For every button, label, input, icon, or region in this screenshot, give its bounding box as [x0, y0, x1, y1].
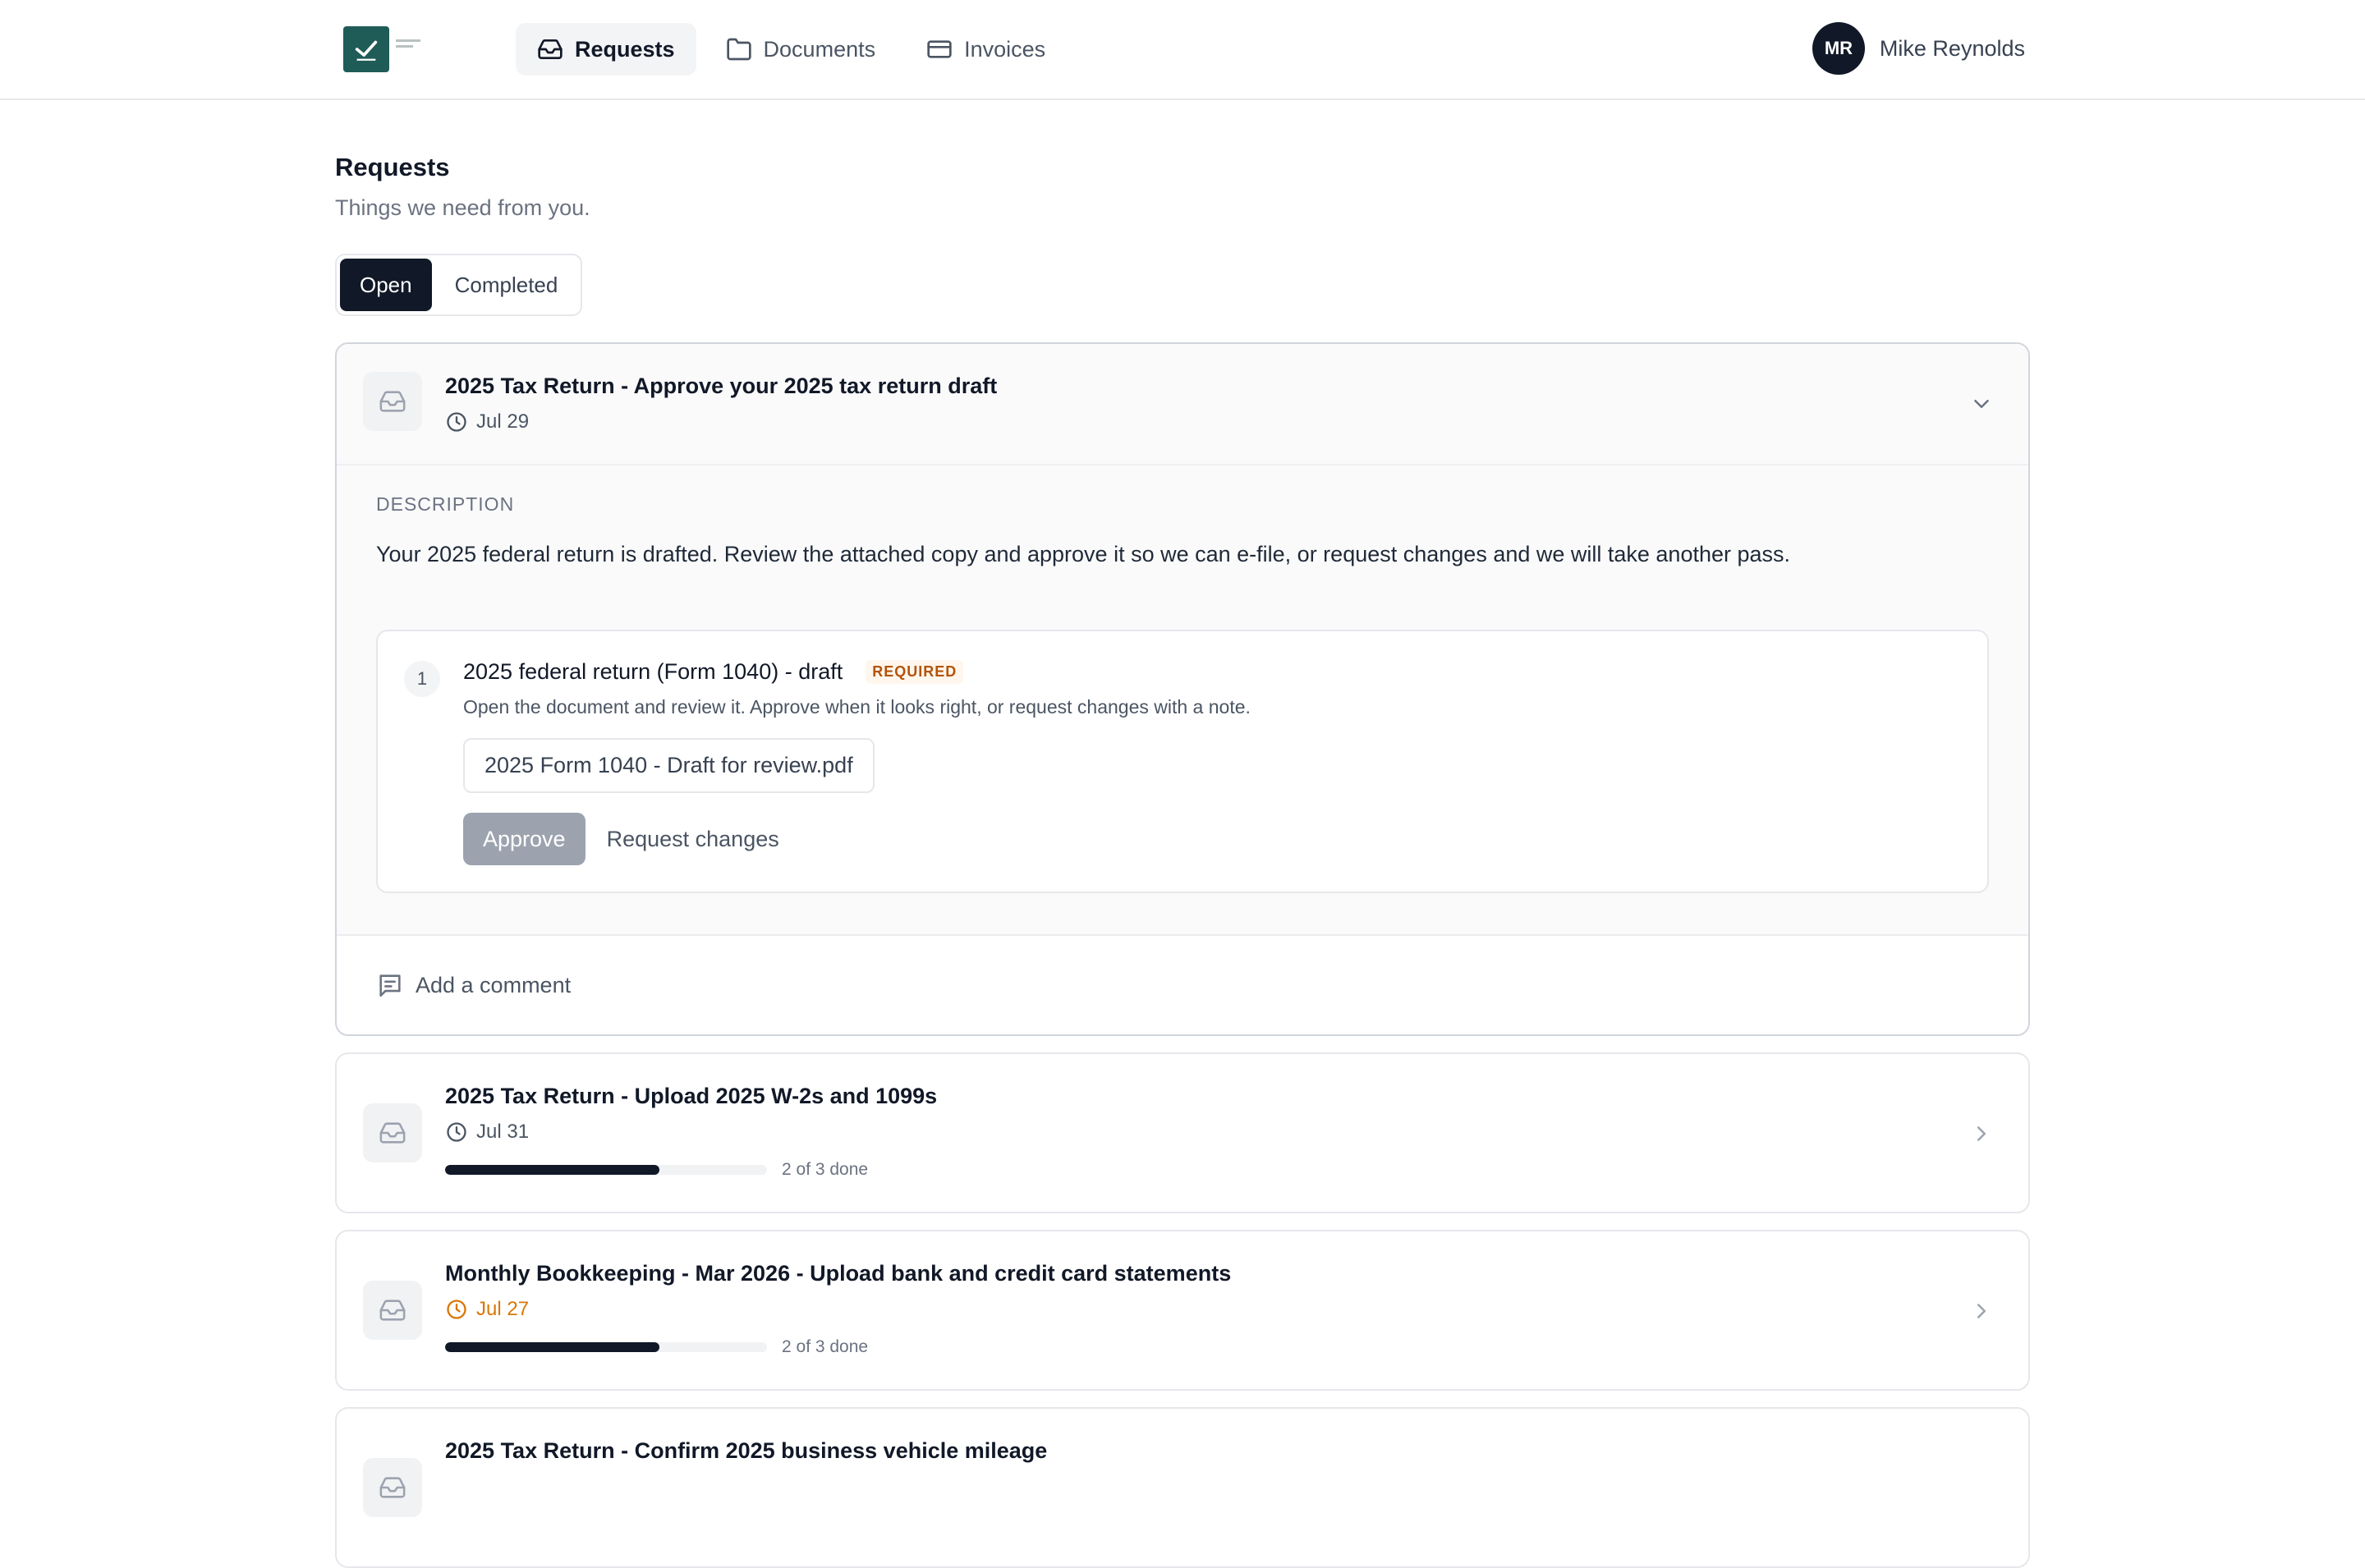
- request-card-header[interactable]: 2025 Tax Return - Approve your 2025 tax …: [337, 344, 2028, 464]
- request-title: 2025 Tax Return - Upload 2025 W-2s and 1…: [445, 1084, 938, 1108]
- item-instructions: Open the document and review it. Approve…: [463, 696, 1251, 718]
- progress-label: 2 of 3 done: [782, 1160, 869, 1179]
- progress-label: 2 of 3 done: [782, 1337, 869, 1356]
- inbox-icon: [379, 1300, 406, 1321]
- request-item: 1 2025 federal return (Form 1040) - draf…: [376, 630, 1989, 893]
- progress-row: 2 of 3 done: [445, 1337, 2028, 1357]
- inbox-icon: [379, 391, 406, 412]
- chevron-right-icon[interactable]: [1969, 1121, 1994, 1146]
- nav-item-documents[interactable]: Documents: [705, 23, 898, 76]
- item-title-row: 2025 federal return (Form 1040) - draft …: [463, 659, 1987, 685]
- request-due-date: Jul 31: [445, 1121, 2028, 1144]
- nav-item-label: Requests: [575, 36, 675, 62]
- description-label: Description: [376, 493, 515, 515]
- comment-placeholder: Add a comment: [416, 972, 572, 997]
- status-tabs: Open Completed: [335, 254, 583, 316]
- clock-icon: [447, 1300, 466, 1319]
- item-actions: Approve Request changes: [463, 813, 1987, 865]
- request-type-icon: [363, 1103, 422, 1162]
- request-changes-button[interactable]: Request changes: [607, 827, 779, 852]
- credit-card-icon: [927, 40, 952, 58]
- brand-logo-wordmark: [396, 39, 420, 56]
- top-navigation-bar: Requests Documents Invoices MR Mike Reyn…: [0, 0, 2365, 100]
- page-title: Requests: [335, 153, 450, 181]
- page-subtitle: Things we need from you.: [335, 195, 590, 220]
- description-text: Your 2025 federal return is drafted. Rev…: [376, 542, 1791, 566]
- request-card-header[interactable]: Monthly Bookkeeping - Mar 2026 - Upload …: [337, 1231, 2028, 1389]
- item-title: 2025 federal return (Form 1040) - draft: [463, 659, 843, 684]
- progress-fill: [445, 1342, 660, 1352]
- request-type-icon: [363, 372, 422, 431]
- due-date-text: Jul 31: [476, 1121, 530, 1143]
- clock-icon: [447, 1122, 466, 1142]
- clock-icon: [447, 412, 466, 432]
- required-badge: REQUIRED: [866, 660, 964, 684]
- inbox-icon: [379, 1122, 406, 1144]
- nav-item-requests[interactable]: Requests: [516, 23, 696, 76]
- progress-fill: [445, 1165, 660, 1175]
- request-type-icon: [363, 1458, 422, 1517]
- request-title: 2025 Tax Return - Approve your 2025 tax …: [445, 374, 998, 398]
- progress-bar: [445, 1342, 767, 1352]
- attached-file-link[interactable]: 2025 Form 1040 - Draft for review.pdf: [463, 738, 875, 793]
- request-type-icon: [363, 1281, 422, 1340]
- request-card[interactable]: 2025 Tax Return - Confirm 2025 business …: [335, 1407, 2030, 1568]
- item-number: 1: [404, 661, 440, 697]
- nav-item-label: Documents: [763, 36, 876, 62]
- main-nav: Requests Documents Invoices: [516, 23, 1067, 76]
- request-title: Monthly Bookkeeping - Mar 2026 - Upload …: [445, 1261, 1232, 1286]
- nav-item-label: Invoices: [964, 36, 1046, 62]
- chevron-right-icon[interactable]: [1969, 1299, 1994, 1323]
- tab-open[interactable]: Open: [340, 259, 432, 311]
- request-card-expanded: 2025 Tax Return - Approve your 2025 tax …: [335, 342, 2030, 1036]
- brand-logo[interactable]: [343, 26, 389, 72]
- request-due-date: Jul 27: [445, 1298, 2028, 1321]
- inbox-icon: [538, 39, 563, 59]
- request-card[interactable]: 2025 Tax Return - Upload 2025 W-2s and 1…: [335, 1052, 2030, 1213]
- tab-completed[interactable]: Completed: [435, 259, 578, 311]
- avatar[interactable]: MR: [1812, 22, 1865, 75]
- approve-button[interactable]: Approve: [463, 813, 586, 865]
- add-comment-button[interactable]: Add a comment: [337, 934, 2028, 1034]
- chevron-down-icon[interactable]: [1969, 392, 1994, 416]
- request-card-header[interactable]: 2025 Tax Return - Upload 2025 W-2s and 1…: [337, 1054, 2028, 1212]
- user-menu[interactable]: MR Mike Reynolds: [1812, 22, 2025, 75]
- inbox-icon: [379, 1477, 406, 1498]
- due-date-text: Jul 27: [476, 1298, 530, 1320]
- request-title: 2025 Tax Return - Confirm 2025 business …: [445, 1438, 1048, 1463]
- user-name[interactable]: Mike Reynolds: [1880, 36, 2025, 62]
- requests-page: Requests Things we need from you. Open C…: [335, 153, 2030, 1568]
- progress-bar: [445, 1165, 767, 1175]
- request-due-date: Jul 29: [445, 410, 2028, 433]
- checkmark-icon: [355, 40, 378, 61]
- request-card[interactable]: Monthly Bookkeeping - Mar 2026 - Upload …: [335, 1230, 2030, 1391]
- folder-icon: [726, 38, 751, 61]
- due-date-text: Jul 29: [476, 410, 530, 433]
- nav-item-invoices[interactable]: Invoices: [905, 23, 1067, 76]
- comment-icon: [379, 974, 401, 997]
- progress-row: 2 of 3 done: [445, 1160, 2028, 1180]
- request-card-header[interactable]: 2025 Tax Return - Confirm 2025 business …: [337, 1409, 2028, 1566]
- request-card-body: Description Your 2025 federal return is …: [337, 464, 2028, 934]
